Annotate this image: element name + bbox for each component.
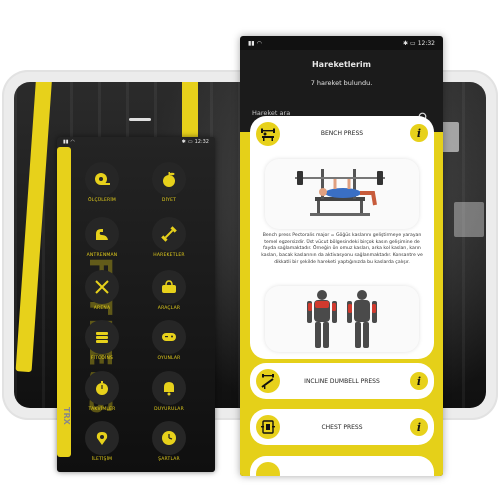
info-button[interactable]: i [410, 418, 428, 436]
signal-icon: ▮▮ [63, 139, 69, 145]
clock-icon [152, 421, 186, 455]
menu-label: ANTRENMAN [86, 253, 118, 258]
menu-label: FİTCOİNS [90, 356, 114, 361]
phone-background [57, 137, 215, 472]
muscle-diagram [265, 286, 419, 352]
status-time: 12:32 [194, 139, 209, 145]
menu-item-hareketler[interactable]: HAREKETLER [149, 217, 189, 258]
gym-bag-icon [152, 270, 186, 304]
menu-item-araclar[interactable]: ARAÇLAR [149, 270, 189, 311]
strap-top [182, 82, 198, 142]
menu-item-sartlar[interactable]: ŞARTLAR [149, 421, 189, 462]
exercise-card-bench-press[interactable]: BENCH PRESS i Bench press Pectoralis maj… [250, 116, 434, 359]
menu-item-iletisim[interactable]: İLETİŞİM [82, 421, 122, 462]
bench-press-illustration [265, 159, 419, 229]
bell-icon [152, 371, 186, 405]
strap-left [15, 82, 53, 373]
menu-label: DİYET [161, 198, 177, 203]
menu-label: İLETİŞİM [91, 457, 113, 462]
window-light [454, 202, 484, 237]
gamepad-icon [152, 320, 186, 354]
signal-icon: ▮▮ [248, 39, 255, 47]
incline-press-icon [256, 369, 280, 393]
menu-label: ARENA [93, 306, 111, 311]
exercise-name: BENCH PRESS [320, 130, 364, 137]
status-bar: ▮▮ ◠ ✱ ▭ 12:32 [240, 36, 443, 50]
info-button[interactable]: i [410, 124, 428, 142]
wifi-icon: ◠ [70, 139, 75, 145]
strap-logo: TRX [62, 407, 71, 425]
menu-label: OYUNLAR [157, 356, 181, 361]
menu-item-antrenman[interactable]: ANTRENMAN [82, 217, 122, 258]
menu-label: ŞARTLAR [158, 457, 180, 462]
stopwatch-icon [85, 371, 119, 405]
menu-item-arena[interactable]: ARENA [82, 270, 122, 311]
map-pin-icon [85, 421, 119, 455]
apple-icon [152, 162, 186, 196]
menu-label: DUYURULAR [154, 407, 184, 412]
menu-phone: TRX FITNESS ▮▮ ◠ ✱ ▭ 12:32 ÖLÇÜLERİM DİY… [57, 137, 215, 472]
bluetooth-icon: ✱ [403, 39, 409, 47]
menu-item-fitcoins[interactable]: FİTCOİNS [82, 320, 122, 361]
crossed-swords-icon [85, 270, 119, 304]
menu-item-oyunlar[interactable]: OYUNLAR [149, 320, 189, 361]
menu-item-diyet[interactable]: DİYET [149, 162, 189, 203]
flexing-arm-icon [85, 217, 119, 251]
tape-measure-icon [85, 162, 119, 196]
exercise-icon [256, 462, 280, 476]
exercise-description: Bench press Pectoralis major = Göğüs kas… [261, 233, 423, 265]
wifi-icon: ◠ [256, 39, 262, 47]
status-time: 12:32 [417, 39, 435, 47]
exercise-card-next[interactable] [250, 456, 434, 476]
menu-item-duyurular[interactable]: DUYURULAR [149, 371, 189, 412]
exercise-name: INCLINE DUMBELL PRESS [304, 378, 380, 385]
info-button[interactable]: i [410, 372, 428, 390]
exercise-name: CHEST PRESS [321, 424, 363, 431]
menu-item-olculerim[interactable]: ÖLÇÜLERİM [82, 162, 122, 203]
exercise-card-incline-dumbell-press[interactable]: INCLINE DUMBELL PRESS i [250, 363, 434, 399]
menu-label: ARAÇLAR [157, 306, 181, 311]
exercises-phone: ▮▮ ◠ ✱ ▭ 12:32 Hareketlerim 7 hareket bu… [240, 36, 443, 476]
bench-press-icon [256, 122, 280, 146]
page-title: Hareketlerim [311, 60, 371, 69]
bluetooth-icon: ✱ [181, 139, 186, 145]
chest-press-machine-icon [256, 415, 280, 439]
result-count: 7 hareket bulundu. [310, 79, 373, 87]
menu-label: ÖLÇÜLERİM [88, 198, 116, 203]
menu-label: TAKVİMLER [88, 407, 116, 412]
coins-icon [85, 320, 119, 354]
menu-label: HAREKETLER [153, 253, 185, 258]
menu-item-takvimler[interactable]: TAKVİMLER [82, 371, 122, 412]
battery-icon: ▭ [410, 39, 416, 47]
status-bar: ▮▮ ◠ ✱ ▭ 12:32 [57, 137, 215, 147]
exercise-card-chest-press[interactable]: CHEST PRESS i [250, 409, 434, 445]
ceiling-light [129, 118, 151, 121]
battery-icon: ▭ [187, 139, 193, 145]
dumbbell-icon [152, 217, 186, 251]
